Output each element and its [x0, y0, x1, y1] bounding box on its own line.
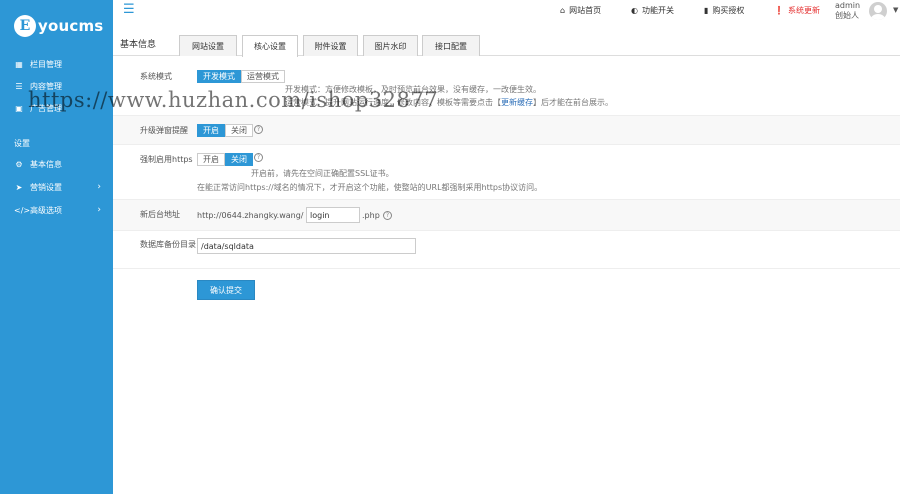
- admin-name: admin: [835, 1, 861, 10]
- logo-badge: E: [14, 15, 36, 37]
- system-update-label: 系统更新: [787, 6, 820, 15]
- system-mode-row: 系统模式 开发模式 运营模式 开发模式：方便修改模板，及时预览前台效果，没有缓存…: [113, 64, 900, 116]
- upgrade-popup-label: 升级弹窗提醒: [140, 126, 188, 135]
- caret-down-icon[interactable]: ▼: [893, 6, 898, 14]
- feature-switch-label: 功能开关: [641, 6, 674, 15]
- chevron-right-icon: ›: [97, 205, 101, 215]
- help-question-icon[interactable]: ?: [254, 153, 263, 162]
- admin-url-input[interactable]: login: [306, 207, 360, 223]
- system-mode-toggle: 开发模式 运营模式: [197, 70, 285, 83]
- sidebar-item-advanced[interactable]: </> 高级选项 ›: [14, 202, 109, 218]
- site-home-link[interactable]: ⌂ 网站首页: [560, 5, 601, 16]
- sitemap-icon: ▦: [15, 59, 23, 69]
- upgrade-popup-off-button[interactable]: 关闭: [225, 124, 253, 137]
- sidebar-item-label: 广告管理: [30, 103, 62, 113]
- sidebar-item-basic-info[interactable]: ⚙ 基本信息: [14, 156, 109, 172]
- help-text: 运营模式：提升网站运行速度，修改内容、模板等需要点击【: [285, 98, 501, 107]
- code-icon: </>: [14, 205, 31, 215]
- logo-text: youcms: [38, 17, 104, 35]
- site-home-label: 网站首页: [569, 6, 602, 15]
- page-title: 基本信息: [120, 40, 157, 50]
- upgrade-popup-on-button[interactable]: 开启: [197, 124, 225, 137]
- feature-switch-link[interactable]: ◐ 功能开关: [631, 5, 674, 16]
- home-icon: ⌂: [560, 6, 566, 15]
- force-https-toggle: 开启 关闭: [197, 153, 253, 166]
- prod-mode-button[interactable]: 运营模式: [241, 70, 285, 83]
- admin-info[interactable]: admin 创始人: [835, 1, 860, 21]
- force-https-label: 强制启用https: [140, 155, 193, 164]
- admin-url-suffix: .php: [362, 211, 380, 220]
- help-question-icon[interactable]: ?: [254, 125, 263, 134]
- submit-button[interactable]: 确认提交: [197, 280, 255, 300]
- admin-url-label: 新后台地址: [140, 210, 180, 219]
- list-icon: ☰: [15, 81, 23, 91]
- avatar[interactable]: [869, 2, 887, 20]
- sidebar-item-content[interactable]: ☰ 内容管理: [14, 78, 109, 94]
- chevron-right-icon: ›: [97, 182, 101, 192]
- sidebar-item-ads[interactable]: ▣ 广告管理: [14, 100, 109, 116]
- system-mode-label: 系统模式: [140, 72, 172, 81]
- sidebar-item-label: 营销设置: [30, 182, 62, 192]
- tab-api-config[interactable]: 接口配置: [422, 35, 480, 56]
- logo[interactable]: E youcms: [14, 14, 103, 38]
- force-https-row: 强制启用https 开启 关闭 ? 开启前，请先在空间正确配置SSL证书。 在能…: [113, 145, 900, 200]
- image-icon: ▣: [15, 103, 23, 113]
- tab-attachment-settings[interactable]: 附件设置: [303, 35, 358, 56]
- system-mode-help-2: 运营模式：提升网站运行速度，修改内容、模板等需要点击【更新缓存】后才能在前台展示…: [285, 97, 613, 108]
- backup-dir-label: 数据库备份目录: [140, 240, 196, 249]
- tab-site-settings[interactable]: 网站设置: [179, 35, 237, 56]
- sidebar-item-columns[interactable]: ▦ 栏目管理: [14, 56, 109, 72]
- toggle-icon: ◐: [631, 6, 638, 15]
- sidebar-item-label: 栏目管理: [30, 59, 62, 69]
- buy-license-label: 购买授权: [712, 6, 745, 15]
- help-question-icon[interactable]: ?: [383, 211, 392, 220]
- admin-role: 创始人: [835, 11, 859, 20]
- upgrade-popup-row: 升级弹窗提醒 开启 关闭 ?: [113, 116, 900, 145]
- force-https-off-button[interactable]: 关闭: [225, 153, 253, 166]
- tabs-bar: 基本信息 网站设置 核心设置 附件设置 图片水印 接口配置: [113, 24, 900, 57]
- tab-image-watermark[interactable]: 图片水印: [363, 35, 418, 56]
- paper-plane-icon: ➤: [15, 182, 23, 192]
- force-https-help-1: 开启前，请先在空间正确配置SSL证书。: [251, 169, 394, 178]
- alert-icon: ❗: [774, 6, 784, 15]
- backup-dir-row: 数据库备份目录 /data/sqldata: [113, 231, 900, 269]
- sidebar-section-title: 设置: [14, 139, 30, 148]
- bookmark-icon: ▮: [704, 6, 709, 15]
- system-update-link[interactable]: ❗ 系统更新: [774, 5, 820, 16]
- sidebar-item-label: 高级选项: [30, 205, 62, 215]
- force-https-on-button[interactable]: 开启: [197, 153, 225, 166]
- sidebar-item-label: 基本信息: [30, 159, 62, 169]
- top-bar: ☰ ⌂ 网站首页 ◐ 功能开关 ▮ 购买授权 ❗ 系统更新 admin 创始人 …: [113, 0, 900, 24]
- update-cache-link[interactable]: 更新缓存: [501, 98, 533, 107]
- backup-dir-input[interactable]: /data/sqldata: [197, 238, 416, 254]
- sidebar: E youcms ▦ 栏目管理 ☰ 内容管理 ▣ 广告管理 设置 ⚙ 基本信息 …: [0, 0, 113, 494]
- help-text: 】后才能在前台展示。: [533, 98, 613, 107]
- gear-icon: ⚙: [15, 159, 23, 169]
- sidebar-item-label: 内容管理: [30, 81, 62, 91]
- upgrade-popup-toggle: 开启 关闭: [197, 124, 253, 137]
- buy-license-link[interactable]: ▮ 购买授权: [704, 5, 744, 16]
- sidebar-item-marketing[interactable]: ➤ 营销设置 ›: [14, 179, 109, 195]
- admin-url-row: 新后台地址 http://0644.zhangky.wang/ login .p…: [113, 200, 900, 231]
- force-https-help-2: 在能正常访问https://域名的情况下，才开启这个功能，使整站的URL都强制采…: [197, 183, 543, 192]
- dev-mode-button[interactable]: 开发模式: [197, 70, 241, 83]
- system-mode-help-1: 开发模式：方便修改模板，及时预览前台效果，没有缓存，一改便生效。: [285, 85, 541, 94]
- admin-url-prefix: http://0644.zhangky.wang/: [197, 211, 304, 220]
- tab-core-settings[interactable]: 核心设置: [242, 35, 298, 57]
- menu-toggle-icon[interactable]: ☰: [123, 3, 135, 16]
